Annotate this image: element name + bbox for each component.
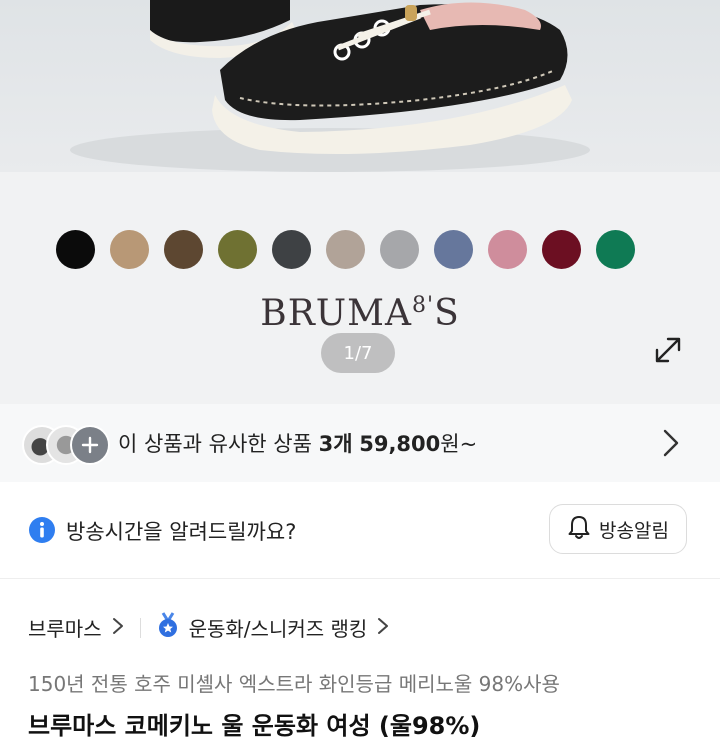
bell-icon: [567, 514, 591, 545]
product-image-gallery[interactable]: BRUMA8'S 1/7: [0, 0, 720, 404]
product-title: 브루마스 코메키노 울 운동화 여성 (울98%): [28, 712, 481, 740]
color-swatch[interactable]: [434, 230, 473, 269]
color-swatch[interactable]: [488, 230, 527, 269]
color-swatch[interactable]: [272, 230, 311, 269]
color-swatch[interactable]: [56, 230, 95, 269]
color-swatch[interactable]: [110, 230, 149, 269]
more-plus-icon: [70, 425, 110, 465]
similar-products-text: 이 상품과 유사한 상품 3개 59,800원~: [118, 432, 478, 456]
product-photo: [0, 0, 720, 172]
divider: [139, 617, 141, 638]
gallery-pager: 1/7: [321, 333, 395, 373]
ranking-medal-icon: [157, 612, 179, 643]
color-swatch[interactable]: [218, 230, 257, 269]
expand-icon[interactable]: [640, 322, 696, 378]
similar-thumbnails: [22, 423, 112, 465]
color-swatch[interactable]: [164, 230, 203, 269]
similar-products-bar[interactable]: 이 상품과 유사한 상품 3개 59,800원~: [0, 404, 720, 482]
chevron-right-icon: [112, 616, 124, 640]
broadcast-alert-label: 방송알림: [599, 519, 669, 542]
product-subtitle: 150년 전통 호주 미셸사 엑스트라 화인등급 메리노울 98%사용: [28, 672, 560, 696]
breadcrumb: 브루마스 운동화/스니커즈 랭킹: [28, 612, 389, 643]
chevron-right-icon: [377, 616, 389, 640]
color-swatch[interactable]: [326, 230, 365, 269]
broadcast-alert-button[interactable]: 방송알림: [549, 504, 687, 554]
color-swatch[interactable]: [380, 230, 419, 269]
chevron-right-icon: [662, 428, 680, 462]
brand-logo: BRUMA8'S: [260, 293, 460, 334]
notify-prompt: 방송시간을 알려드릴까요?: [66, 520, 297, 544]
info-icon: [28, 516, 56, 548]
brand-link[interactable]: 브루마스: [28, 613, 102, 642]
ranking-link[interactable]: 운동화/스니커즈 랭킹: [189, 613, 368, 642]
color-swatches: [56, 230, 635, 269]
color-swatch[interactable]: [596, 230, 635, 269]
color-swatch[interactable]: [542, 230, 581, 269]
